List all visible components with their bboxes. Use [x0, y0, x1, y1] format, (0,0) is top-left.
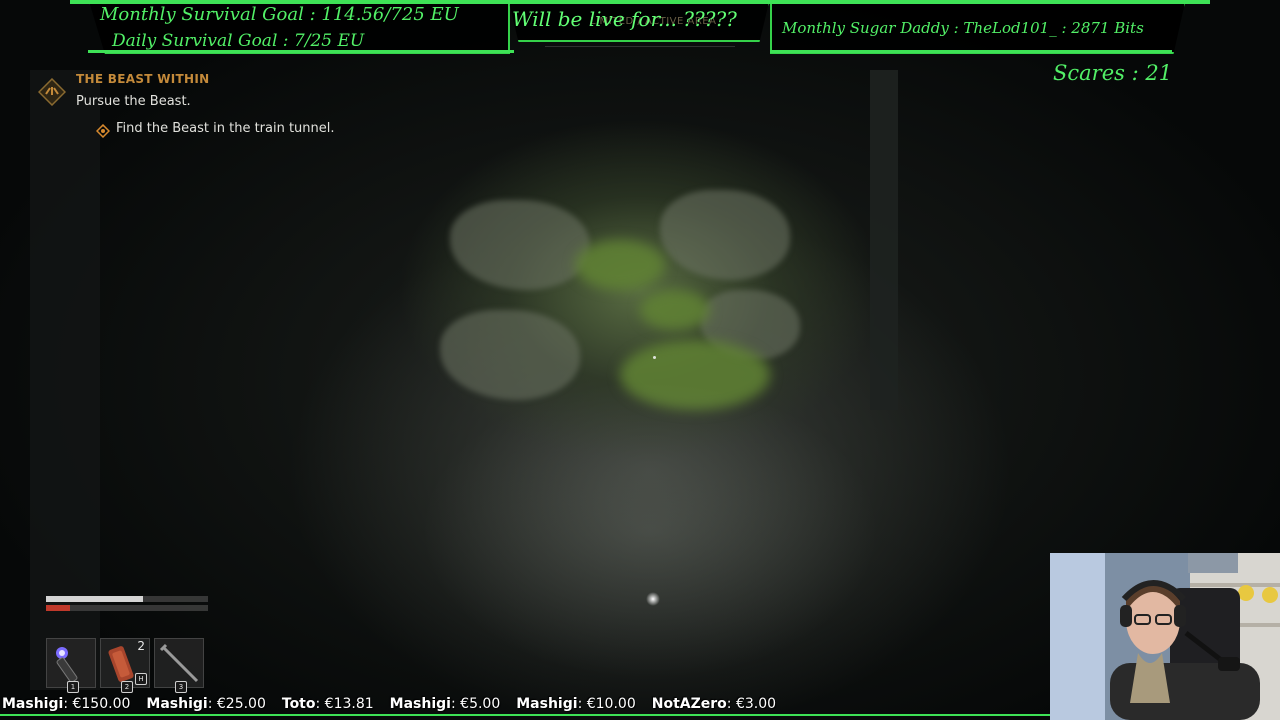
- quest-subtitle: Pursue the Beast.: [76, 94, 191, 109]
- health-bar-fill: [46, 596, 144, 602]
- streamer-webcam-image: [1050, 553, 1280, 720]
- live-duration-text: Will be live for... ?????: [512, 7, 737, 31]
- donation-ticker: Mashigi: €150.00 Mashigi: €25.00 Toto: €13…: [0, 693, 1050, 713]
- light-glint: [646, 592, 660, 606]
- slot-hotkey: 3: [175, 681, 187, 693]
- daily-survival-goal: Daily Survival Goal : 7/25 EU: [112, 31, 365, 51]
- health-bar: [46, 596, 208, 602]
- inventory-slot-pipe[interactable]: 3: [154, 638, 204, 693]
- stamina-bar: [46, 605, 208, 611]
- scares-counter: Scares : 21: [1053, 61, 1173, 85]
- monthly-survival-goal: Monthly Survival Goal : 114.56/725 EU: [100, 4, 459, 25]
- flashlight-icon: [56, 647, 78, 683]
- stamina-bar-fill: [46, 605, 71, 611]
- objective-text: Find the Beast in the train tunnel.: [116, 121, 335, 136]
- ticker-underline: [0, 714, 1050, 716]
- flashlight-beam: [420, 380, 880, 680]
- webcam-feed: [1050, 553, 1280, 720]
- inventory-slot-bandage[interactable]: 2 H 2: [100, 638, 150, 693]
- inventory-slot-flashlight[interactable]: 1: [46, 638, 96, 693]
- bandage-count: 2: [137, 639, 145, 653]
- crosshair: [653, 356, 656, 359]
- slot-hotkey: 2: [121, 681, 133, 693]
- beast-claw-icon: [37, 77, 67, 107]
- moss-patch: [575, 240, 665, 290]
- ticker-item: Mashigi: €5.00: [389, 696, 501, 712]
- quest-title: THE BEAST WITHIN: [76, 72, 210, 86]
- ticker-item: Toto: €13.81: [281, 696, 374, 712]
- stream-overlay-top: LIMITED / ACTIVE AREA Monthly Survival G…: [0, 0, 1280, 56]
- tunnel-beam: [870, 70, 898, 410]
- compass-bar: [545, 46, 735, 47]
- pipe-weapon-icon: [159, 643, 199, 683]
- monthly-sugar-daddy: Monthly Sugar Daddy : TheLod101_ : 2871 …: [782, 19, 1144, 37]
- ticker-item: Mashigi: €25.00: [146, 696, 266, 712]
- slot-hotkey: 1: [67, 681, 79, 693]
- bandage-hotkey: H: [135, 673, 147, 685]
- ticker-item: NotAZero: €3.00: [651, 696, 777, 712]
- ticker-item: Mashigi: €150.00: [2, 696, 131, 712]
- moss-patch: [640, 290, 710, 330]
- overlay-border: [770, 50, 1172, 53]
- objective-marker-icon: [95, 123, 111, 139]
- ticker-item: Mashigi: €10.00: [516, 696, 636, 712]
